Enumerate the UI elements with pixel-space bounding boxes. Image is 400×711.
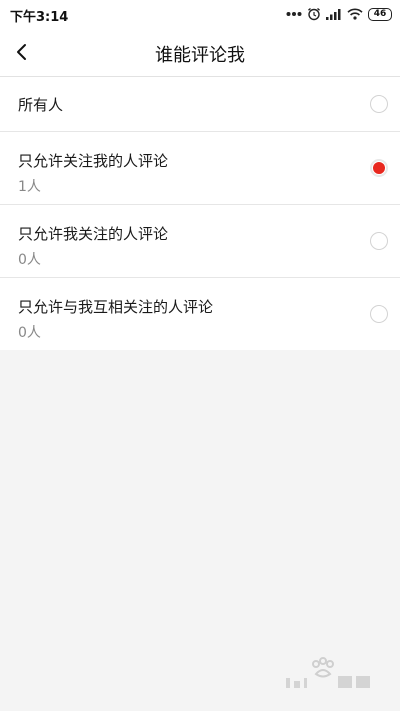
option-mutual-follow-only[interactable]: 只允许与我互相关注的人评论 0人 (0, 277, 400, 350)
wifi-icon (347, 8, 363, 20)
status-time: 下午3:14 (10, 10, 69, 25)
more-dots-icon (286, 12, 302, 16)
option-count: 0人 (18, 252, 41, 268)
option-label: 只允许与我互相关注的人评论 (18, 298, 214, 316)
option-label: 只允许我关注的人评论 (18, 225, 169, 243)
alarm-icon (308, 7, 320, 21)
comment-permission-list: 所有人 只允许关注我的人评论 1人 只允许我关注的人评论 0人 只允许与我互相关… (0, 77, 400, 350)
radio-button-selected[interactable] (370, 159, 388, 177)
option-label: 只允许关注我的人评论 (18, 152, 169, 170)
option-label: 所有人 (18, 96, 64, 114)
nav-bar: 谁能评论我 (0, 28, 400, 77)
option-following-only[interactable]: 只允许我关注的人评论 0人 (0, 204, 400, 277)
battery-level: 46 (373, 8, 387, 19)
watermark-logo (286, 657, 370, 688)
radio-button[interactable] (370, 305, 388, 323)
battery-icon: 46 (368, 7, 392, 21)
radio-button[interactable] (370, 95, 388, 113)
status-icons: 46 (286, 5, 392, 23)
option-count: 0人 (18, 325, 41, 341)
status-bar: 下午3:14 46 (0, 0, 400, 28)
radio-button[interactable] (370, 232, 388, 250)
screen: 下午3:14 46 谁能评论我 所有人 只允许关注我的人评论 1人 只允许我关注… (0, 0, 400, 711)
signal-icon (326, 9, 341, 20)
page-title: 谁能评论我 (155, 45, 245, 66)
option-followers-only[interactable]: 只允许关注我的人评论 1人 (0, 131, 400, 204)
option-count: 1人 (18, 179, 41, 195)
option-everyone[interactable]: 所有人 (0, 77, 400, 131)
